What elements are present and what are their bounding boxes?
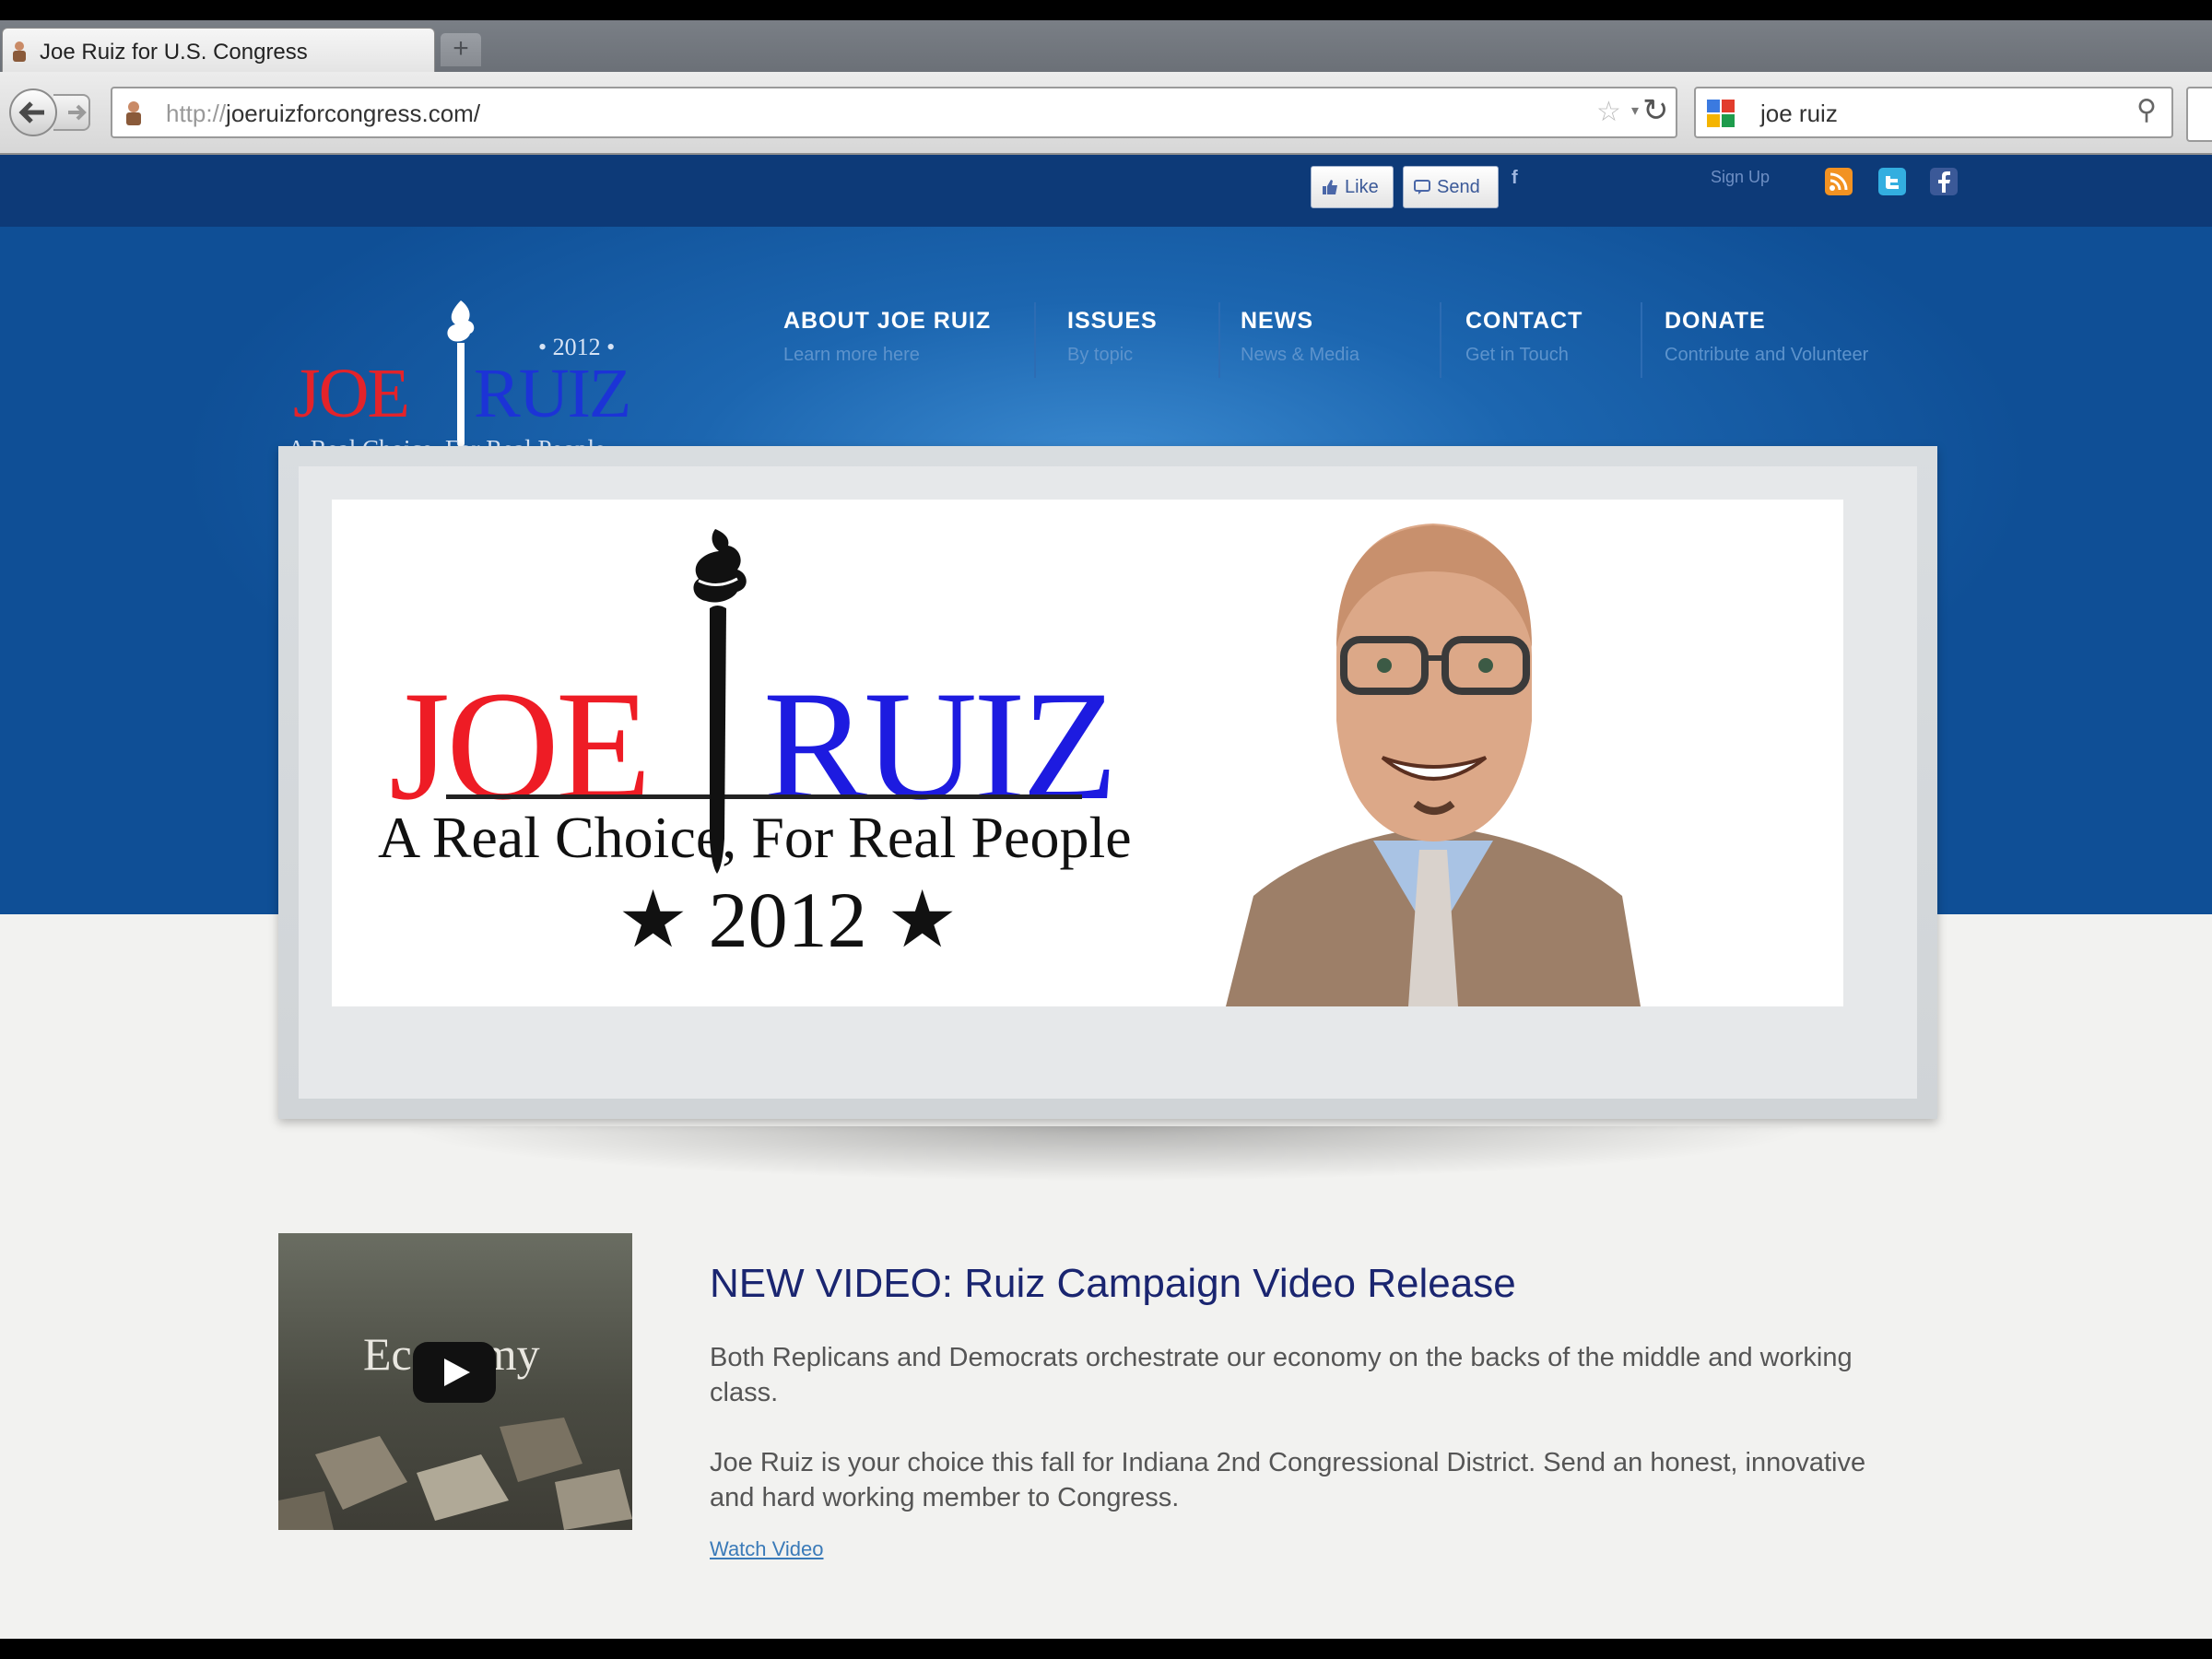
forward-arrow-icon [68,104,87,121]
back-arrow-icon [18,101,44,124]
nav-buttons [9,88,92,136]
thumbs-up-icon [1323,180,1337,194]
banner-frame: JOE RUIZ A Real Choice, For Real People … [278,446,1937,1119]
forward-button[interactable] [53,94,90,131]
nav-donate[interactable]: DONATE Contribute and Volunteer [1665,304,1932,378]
send-icon [1414,180,1430,194]
reload-icon[interactable]: ↻ [1642,92,1669,129]
url-bar[interactable]: http://joeruizforcongress.com/ ☆ ▾ ↻ [111,87,1677,138]
nav-contact-title: CONTACT [1465,308,1583,334]
favicon-icon [13,41,26,62]
toolbar-overflow[interactable] [2186,87,2212,142]
nav-contact-sub: Get in Touch [1465,345,1569,365]
nav-donate-sub: Contribute and Volunteer [1665,345,1869,365]
facebook-like-button[interactable]: Like [1311,166,1394,208]
torch-icon [693,529,747,874]
new-tab-button[interactable]: + [441,33,481,66]
nav-news[interactable]: NEWS News & Media [1241,304,1397,378]
rss-icon[interactable] [1825,168,1853,195]
banner-year: ★ 2012 ★ [618,876,959,964]
nav-issues-sub: By topic [1067,345,1134,365]
nav-donate-title: DONATE [1665,308,1766,334]
facebook-icon[interactable] [1930,168,1958,195]
nav-about[interactable]: ABOUT JOE RUIZ Learn more here [783,304,990,378]
video-thumbnail-image [278,1418,632,1530]
nav-contact[interactable]: CONTACT Get in Touch [1465,304,1594,378]
logo-last-name: RUIZ [474,355,631,432]
video-thumbnail[interactable]: Economy [278,1233,632,1530]
nav-about-title: ABOUT JOE RUIZ [783,308,992,334]
bookmark-star-icon[interactable]: ☆ [1596,96,1621,128]
torch-icon [447,300,475,448]
url-dropdown-icon[interactable]: ▾ [1631,101,1639,120]
nav-news-title: NEWS [1241,308,1313,334]
nav-issues-title: ISSUES [1067,308,1158,334]
candidate-photo [1226,524,1641,1006]
tab-joe-ruiz[interactable]: Joe Ruiz for U.S. Congress [2,28,435,72]
play-button-icon[interactable] [413,1342,496,1403]
search-bar[interactable]: joe ruiz ⚲ [1694,87,2173,138]
site-favicon-icon [126,101,141,125]
banner-shadow [396,1126,1816,1182]
facebook-send-button[interactable]: Send [1403,166,1499,208]
nav-about-sub: Learn more here [783,345,920,365]
navigation-toolbar: http://joeruizforcongress.com/ ☆ ▾ ↻ joe… [0,72,2212,155]
tab-title: Joe Ruiz for U.S. Congress [40,40,308,65]
twitter-icon[interactable] [1878,168,1906,195]
article-title[interactable]: NEW VIDEO: Ruiz Campaign Video Release [710,1261,1516,1307]
logo-first-name: JOE [293,355,410,432]
back-button[interactable] [9,88,57,136]
search-input[interactable]: joe ruiz [1760,100,1838,128]
facebook-f-icon: f [1512,168,1518,188]
tab-bar: Joe Ruiz for U.S. Congress + [0,20,2212,72]
nav-separator [1641,302,1642,378]
nav-issues[interactable]: ISSUES By topic [1067,304,1178,378]
nav-separator [1440,302,1441,378]
site-social-bar: Like Send f Sign Up [0,155,2212,227]
google-search-engine-icon[interactable] [1705,98,1736,129]
nav-news-sub: News & Media [1241,345,1359,365]
browser-window: Joe Ruiz for U.S. Congress + http://joer… [0,20,2212,1639]
send-label: Send [1437,177,1480,197]
url-host: joeruizforcongress.com/ [226,100,481,127]
hero-banner: JOE RUIZ A Real Choice, For Real People … [332,500,1843,1006]
nav-separator [1034,302,1036,378]
url-text[interactable]: http://joeruizforcongress.com/ [166,100,480,128]
url-scheme: http:// [166,100,227,127]
facebook-signup-link[interactable]: Sign Up [1711,168,1770,187]
nav-separator [1218,302,1220,378]
watch-video-link[interactable]: Watch Video [710,1537,824,1561]
like-label: Like [1345,177,1379,197]
article-paragraph-1: Both Replicans and Democrats orchestrate… [710,1343,1853,1407]
article-paragraph-2: Joe Ruiz is your choice this fall for In… [710,1448,1866,1512]
search-magnifier-icon[interactable]: ⚲ [2136,94,2157,126]
